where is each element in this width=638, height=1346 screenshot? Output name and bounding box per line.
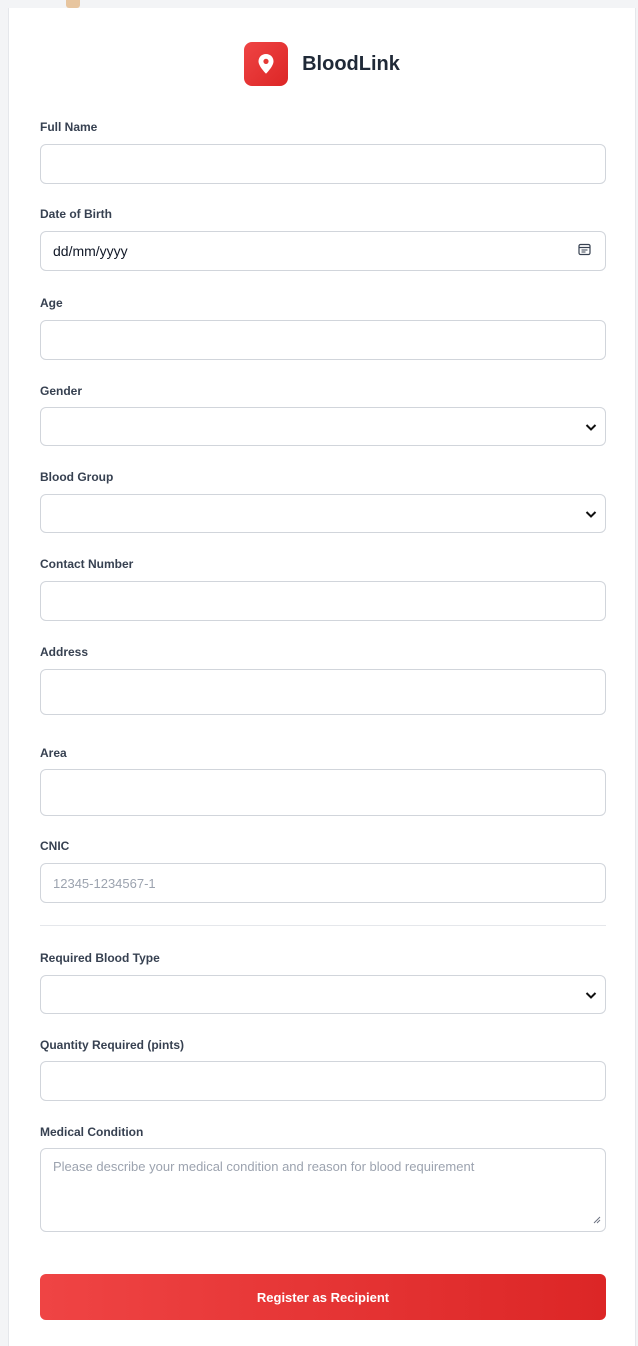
register-button[interactable]: Register as Recipient xyxy=(40,1274,606,1320)
quantity-field: Quantity Required (pints) xyxy=(40,1038,606,1101)
full-name-label: Full Name xyxy=(40,120,98,134)
required-blood-type-field: Required Blood Type xyxy=(40,951,606,1014)
full-name-input[interactable] xyxy=(40,144,606,184)
calendar-icon[interactable] xyxy=(578,243,591,259)
brand-header: BloodLink xyxy=(9,42,635,86)
age-label: Age xyxy=(40,296,63,310)
brand-name: BloodLink xyxy=(302,52,400,75)
medical-condition-textarea[interactable]: Please describe your medical condition a… xyxy=(40,1148,606,1232)
cnic-placeholder: 12345-1234567-1 xyxy=(53,875,156,891)
blood-group-field: Blood Group xyxy=(40,470,606,533)
contact-field: Contact Number xyxy=(40,557,606,621)
address-input[interactable] xyxy=(40,669,606,715)
medical-condition-label: Medical Condition xyxy=(40,1125,144,1139)
gender-field: Gender xyxy=(40,384,606,446)
medical-condition-placeholder: Please describe your medical condition a… xyxy=(53,1159,475,1174)
address-field: Address xyxy=(40,645,606,715)
contact-input[interactable] xyxy=(40,581,606,621)
resize-handle-icon[interactable] xyxy=(593,1212,601,1227)
dob-label: Date of Birth xyxy=(40,207,112,221)
gender-label: Gender xyxy=(40,384,83,398)
medical-condition-field: Medical Condition Please describe your m… xyxy=(40,1125,606,1232)
age-input[interactable] xyxy=(40,320,606,360)
address-label: Address xyxy=(40,645,89,659)
chevron-down-icon xyxy=(585,987,597,1002)
bookmark-tab xyxy=(66,0,80,8)
section-divider xyxy=(40,925,606,926)
required-blood-type-label: Required Blood Type xyxy=(40,951,160,965)
chevron-down-icon xyxy=(585,419,597,434)
dob-field: Date of Birth dd/mm/yyyy xyxy=(40,207,606,271)
area-input[interactable] xyxy=(40,769,606,816)
cnic-input[interactable]: 12345-1234567-1 xyxy=(40,863,606,903)
quantity-label: Quantity Required (pints) xyxy=(40,1038,184,1052)
cnic-field: CNIC 12345-1234567-1 xyxy=(40,839,606,903)
registration-card: BloodLink Full Name Date of Birth dd/mm/… xyxy=(8,8,636,1346)
dob-input[interactable]: dd/mm/yyyy xyxy=(40,231,606,271)
contact-label: Contact Number xyxy=(40,557,134,571)
cnic-label: CNIC xyxy=(40,839,70,853)
full-name-field: Full Name xyxy=(40,120,606,184)
map-pin-icon xyxy=(244,42,289,86)
quantity-input[interactable] xyxy=(40,1061,606,1101)
age-field: Age xyxy=(40,296,606,360)
area-label: Area xyxy=(40,746,67,760)
required-blood-type-select[interactable] xyxy=(40,975,606,1014)
blood-group-select[interactable] xyxy=(40,494,606,533)
chevron-down-icon xyxy=(585,506,597,521)
area-field: Area xyxy=(40,746,606,816)
gender-select[interactable] xyxy=(40,407,606,446)
dob-value: dd/mm/yyyy xyxy=(53,243,128,259)
blood-group-label: Blood Group xyxy=(40,470,114,484)
